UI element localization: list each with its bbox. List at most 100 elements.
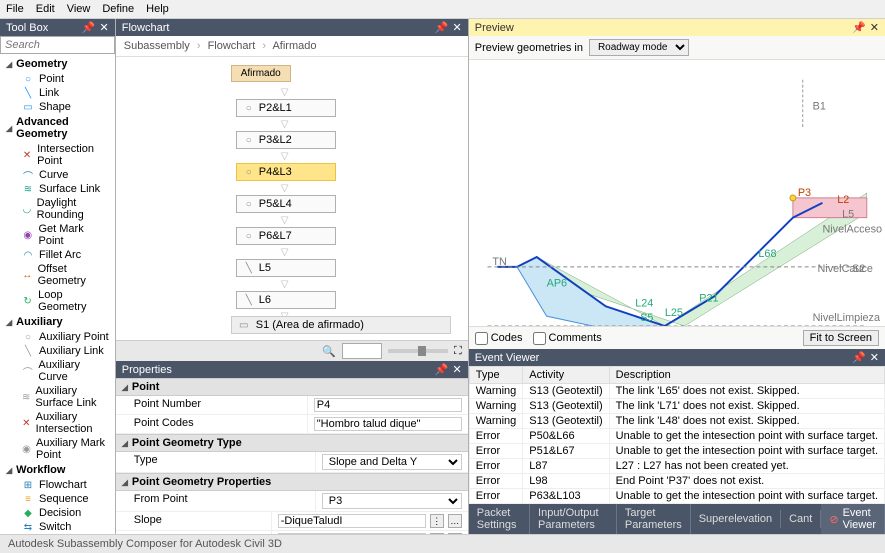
pin-icon[interactable]: 📌 [852, 351, 866, 364]
main-area: Tool Box 📌✕ Geometry○Point╲Link▭ShapeAdv… [0, 19, 885, 534]
menu-file[interactable]: File [6, 3, 24, 15]
codes-checkbox[interactable]: Codes [475, 332, 523, 345]
close-icon[interactable]: ✕ [453, 363, 462, 376]
crumb-1[interactable]: Flowchart [208, 40, 256, 52]
tree-item[interactable]: ◉Get Mark Point [0, 222, 115, 248]
preview-mode-select[interactable]: Roadway mode [589, 39, 689, 56]
flowchart-node[interactable]: ╲L5 [236, 259, 336, 277]
crumb-0[interactable]: Subassembly [124, 40, 190, 52]
prop-input[interactable] [314, 417, 462, 431]
tree-category[interactable]: Advanced Geometry [0, 114, 115, 142]
tree-item[interactable]: ≋Auxiliary Surface Link [0, 384, 115, 410]
toolbox-search[interactable] [0, 36, 115, 54]
tree-item[interactable]: ○Point [0, 72, 115, 86]
zoom-icon[interactable]: 🔍 [322, 345, 336, 358]
zoom-slider[interactable] [388, 349, 448, 353]
tab-superelevation[interactable]: Superelevation [691, 510, 781, 528]
flowchart-node[interactable]: ○P2&L1 [236, 99, 336, 117]
node-label: P4&L3 [259, 166, 292, 178]
tree-item[interactable]: ◉Auxiliary Mark Point [0, 436, 115, 462]
close-icon[interactable]: ✕ [100, 21, 109, 34]
tree-item[interactable]: ↻Loop Geometry [0, 288, 115, 314]
flowchart-node[interactable]: ○ P4&L3 [236, 163, 336, 181]
crumb-2[interactable]: Afirmado [272, 40, 316, 52]
tree-item[interactable]: ⌒Curve [0, 168, 115, 182]
tree-item[interactable]: ▭Shape [0, 100, 115, 114]
menu-view[interactable]: View [67, 3, 91, 15]
event-row[interactable]: ErrorP51&L67Unable to get the intesectio… [469, 444, 884, 459]
menu-help[interactable]: Help [146, 3, 169, 15]
tree-item[interactable]: ○Auxiliary Point [0, 330, 115, 344]
preview-canvas[interactable]: B1 TN P3 L2 L5 NivelAcceso NivelCauce S2… [469, 60, 885, 326]
tree-item[interactable]: ◠Fillet Arc [0, 248, 115, 262]
tree-category[interactable]: Workflow [0, 462, 115, 478]
tree-item[interactable]: ◡Daylight Rounding [0, 196, 115, 222]
tab-cant[interactable]: Cant [781, 510, 821, 528]
flowchart-node[interactable]: ○P3&L2 [236, 131, 336, 149]
node-icon: ○ [243, 166, 255, 178]
flowchart-node[interactable]: ○P6&L7 [236, 227, 336, 245]
tree-item[interactable]: ✕Intersection Point [0, 142, 115, 168]
pin-icon[interactable]: 📌 [435, 21, 449, 34]
item-label: Offset Geometry [38, 263, 109, 287]
pin-icon[interactable]: 📌 [82, 21, 96, 34]
event-row[interactable]: WarningS13 (Geotextil)The link 'L65' doe… [469, 384, 884, 399]
col-description[interactable]: Description [609, 367, 884, 384]
col-activity[interactable]: Activity [523, 367, 609, 384]
pin-icon[interactable]: 📌 [852, 21, 866, 34]
flowchart-start-node[interactable]: Afirmado [231, 65, 291, 82]
event-row[interactable]: ErrorP63&L103Unable to get the intesecti… [469, 489, 884, 504]
tab-target-parameters[interactable]: Target Parameters [617, 504, 691, 534]
tree-item[interactable]: ╲Link [0, 86, 115, 100]
tree-item[interactable]: ≡Sequence [0, 492, 115, 506]
event-table-wrapper[interactable]: Type Activity Description WarningS13 (Ge… [469, 366, 885, 504]
prop-dropdown-button[interactable]: ⋮ [430, 514, 444, 528]
close-icon[interactable]: ✕ [870, 21, 879, 34]
prop-browse-button[interactable]: … [448, 514, 462, 528]
flowchart-end-node[interactable]: ▭S1 (Area de afirmado) [231, 316, 451, 334]
menu-edit[interactable]: Edit [36, 3, 55, 15]
comments-checkbox[interactable]: Comments [533, 332, 602, 345]
menu-define[interactable]: Define [102, 3, 134, 15]
event-row[interactable]: WarningS13 (Geotextil)The link 'L71' doe… [469, 399, 884, 414]
event-row[interactable]: ErrorL87L27 : L27 has not been created y… [469, 459, 884, 474]
tree-item[interactable]: ⊞Flowchart [0, 478, 115, 492]
prop-select[interactable]: P3 [322, 493, 462, 509]
svg-text:NivelLimpieza: NivelLimpieza [812, 312, 880, 324]
flowchart-node[interactable]: ╲L6 [236, 291, 336, 309]
event-row[interactable]: ErrorL98End Point 'P37' does not exist. [469, 474, 884, 489]
flowchart-canvas[interactable]: Afirmado▽○P2&L1▽○P3&L2▽○P4&L3▽○P5&L4▽○P6… [116, 57, 468, 340]
svg-text:B1: B1 [812, 100, 825, 112]
prop-input[interactable] [314, 398, 462, 412]
tree-item[interactable]: ⇆Switch [0, 520, 115, 534]
tree-category[interactable]: Auxiliary [0, 314, 115, 330]
close-icon[interactable]: ✕ [870, 351, 879, 364]
event-type: Error [469, 444, 523, 459]
close-icon[interactable]: ✕ [453, 21, 462, 34]
tab-event-viewer[interactable]: ⊘Event Viewer [821, 504, 885, 534]
node-icon: ○ [243, 134, 255, 146]
prop-section-header[interactable]: Point [116, 378, 468, 396]
pin-icon[interactable]: 📌 [435, 363, 449, 376]
tree-item[interactable]: ◆Decision [0, 506, 115, 520]
fit-icon[interactable]: ⛶ [454, 345, 462, 358]
tree-item[interactable]: ↔Offset Geometry [0, 262, 115, 288]
col-type[interactable]: Type [469, 367, 523, 384]
prop-select[interactable]: Slope and Delta Y [322, 454, 462, 470]
tab-packet-settings[interactable]: Packet Settings [469, 504, 530, 534]
svg-text:NivelAcceso: NivelAcceso [822, 223, 882, 235]
prop-section-header[interactable]: Point Geometry Properties [116, 473, 468, 491]
tree-item[interactable]: ⌒Auxiliary Curve [0, 358, 115, 384]
tree-category[interactable]: Geometry [0, 56, 115, 72]
zoom-input[interactable] [342, 343, 382, 359]
event-row[interactable]: ErrorP50&L66Unable to get the intesectio… [469, 429, 884, 444]
tree-item[interactable]: ╲Auxiliary Link [0, 344, 115, 358]
prop-input[interactable] [278, 514, 426, 528]
fit-to-screen-button[interactable]: Fit to Screen [803, 330, 879, 346]
flowchart-node[interactable]: ○P5&L4 [236, 195, 336, 213]
tree-item[interactable]: ≋Surface Link [0, 182, 115, 196]
event-row[interactable]: WarningS13 (Geotextil)The link 'L48' doe… [469, 414, 884, 429]
prop-section-header[interactable]: Point Geometry Type [116, 434, 468, 452]
tab-io-parameters[interactable]: Input/Output Parameters [530, 504, 617, 534]
tree-item[interactable]: ✕Auxiliary Intersection [0, 410, 115, 436]
